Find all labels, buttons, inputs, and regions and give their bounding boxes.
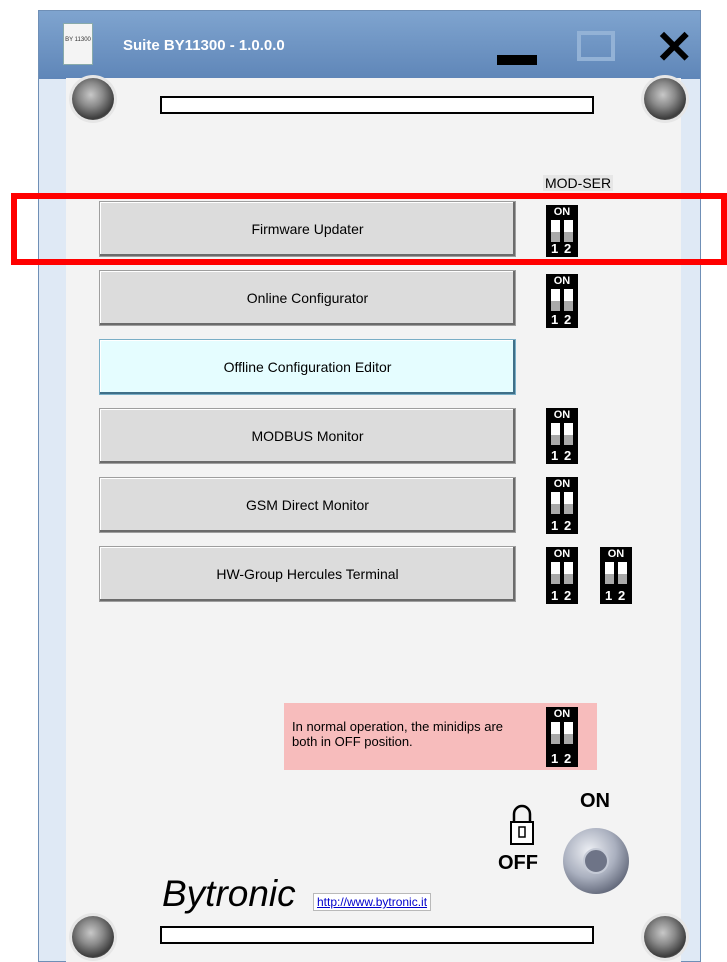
key-off-label: OFF <box>498 852 538 874</box>
mod-ser-label: MOD-SER <box>543 175 614 191</box>
app-icon: BY 11300 <box>63 23 93 65</box>
dip-switch-icon: ON 12 <box>546 477 578 534</box>
website-link[interactable]: http://www.bytronic.it <box>313 893 432 911</box>
bottom-slot <box>160 926 594 944</box>
hercules-terminal-button[interactable]: HW-Group Hercules Terminal <box>99 546 516 602</box>
note-text: In normal operation, the minidips are bo… <box>292 719 504 749</box>
key-on-label: ON <box>580 790 610 812</box>
key-icon <box>583 848 609 874</box>
offline-configuration-editor-button[interactable]: Offline Configuration Editor <box>99 339 516 395</box>
dip-switch-icon: ON 12 <box>546 408 578 464</box>
lock-icon <box>509 802 535 851</box>
title-bar[interactable]: BY 11300 Suite BY11300 - 1.0.0.0 ✕ <box>39 11 700 79</box>
dip-switch-icon: ON 12 <box>546 707 578 767</box>
highlight-box <box>11 193 727 265</box>
dip-switch-icon: ON 12 <box>546 274 578 328</box>
key-switch[interactable] <box>563 828 629 894</box>
top-slot <box>160 96 594 114</box>
maximize-button[interactable] <box>577 31 615 61</box>
window-title: Suite BY11300 - 1.0.0.0 <box>123 37 285 54</box>
info-note: In normal operation, the minidips are bo… <box>284 703 597 770</box>
screw-top-left <box>72 78 114 120</box>
modbus-monitor-button[interactable]: MODBUS Monitor <box>99 408 516 464</box>
online-configurator-button[interactable]: Online Configurator <box>99 270 516 326</box>
minimize-button[interactable] <box>497 55 537 65</box>
close-icon[interactable]: ✕ <box>655 17 694 77</box>
screw-bottom-left <box>72 916 114 958</box>
screw-bottom-right <box>644 916 686 958</box>
dip-switch-icon: ON 12 <box>600 547 632 604</box>
bytronic-logo: Bytronic <box>162 873 296 914</box>
dip-switch-icon: ON 12 <box>546 547 578 604</box>
screw-top-right <box>644 78 686 120</box>
gsm-direct-monitor-button[interactable]: GSM Direct Monitor <box>99 477 516 533</box>
